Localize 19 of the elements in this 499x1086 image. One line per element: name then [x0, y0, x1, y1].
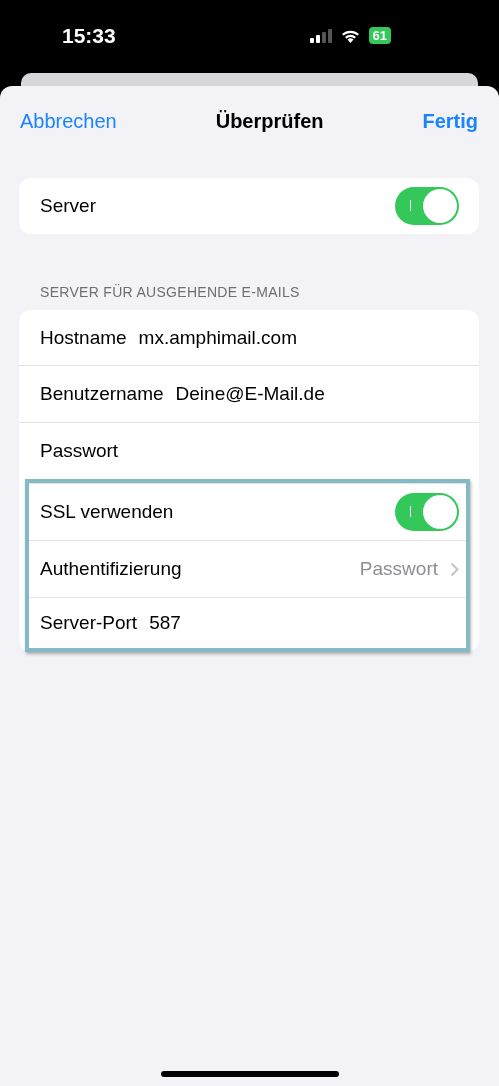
row-label: SSL verwenden	[40, 501, 174, 523]
battery-indicator: 61	[368, 27, 391, 44]
row-label: Benutzername	[40, 383, 164, 405]
status-time: 15:33	[62, 23, 116, 48]
section-header: SERVER FÜR AUSGEHENDE E-MAILS	[40, 284, 301, 300]
input-field[interactable]: Deine@E-Mail.de	[175, 383, 325, 405]
chevron-icon	[450, 561, 459, 577]
row-label: Server-Port	[40, 612, 138, 634]
signal-icon	[309, 28, 332, 43]
row-label: Authentifizierung	[40, 558, 182, 580]
sheet-title: Überprüfen	[215, 109, 324, 133]
input-field[interactable]: mx.amphimail.com	[138, 326, 297, 349]
toggle-switch[interactable]	[395, 187, 459, 225]
wifi-icon	[340, 28, 360, 43]
toggle-switch[interactable]	[395, 493, 459, 531]
row-label: Passwort	[40, 440, 119, 462]
row-label: Server	[40, 195, 96, 217]
row-label: Hostname	[40, 326, 127, 349]
input-field[interactable]: 587	[149, 612, 181, 634]
